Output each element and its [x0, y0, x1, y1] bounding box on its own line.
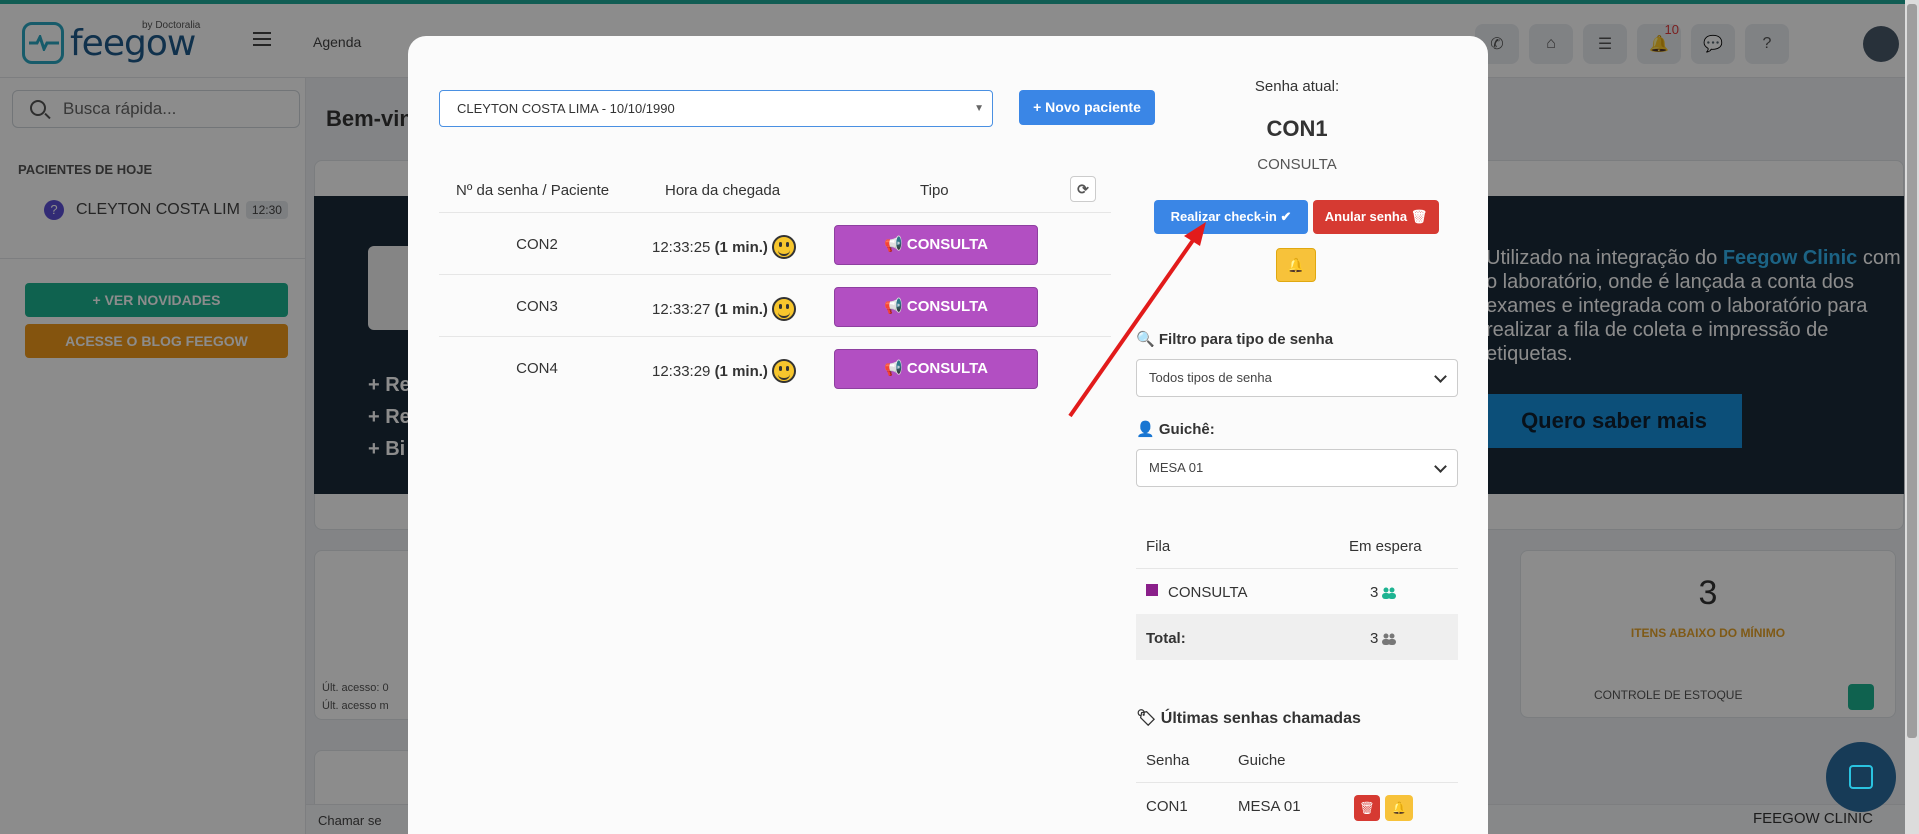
scroll-thumb[interactable]: [1907, 4, 1917, 738]
scrollbar[interactable]: [1905, 0, 1919, 834]
pulse-icon: [1849, 765, 1873, 789]
annotation-arrow: [1068, 222, 1206, 418]
floating-action-button[interactable]: [1826, 742, 1896, 812]
